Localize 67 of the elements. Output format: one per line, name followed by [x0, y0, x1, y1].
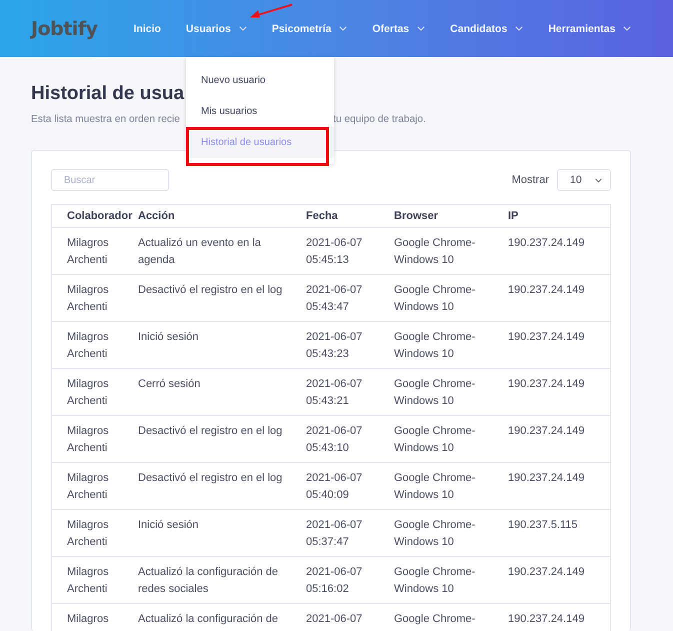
table-cell-text: Inició sesión — [138, 330, 200, 345]
table-cell-text: Actualizó la configuración de — [138, 612, 280, 627]
search-field[interactable]: Buscar — [51, 169, 169, 191]
column-header: IP — [508, 204, 610, 228]
table-cell-text: Milagros Archenti — [67, 283, 110, 315]
table-cell-text: Actualizó un evento en la agenda — [138, 236, 262, 268]
table-cell-text: Google Chrome-Windows 10 — [394, 565, 476, 597]
nav-item[interactable]: Candidatos — [450, 18, 524, 38]
menu-item[interactable]: Mis usuarios — [186, 96, 334, 127]
table-cell-text: 190.237.5.115 — [508, 518, 578, 533]
table-cell-text: 2021-06-07 05:45:13 — [306, 236, 364, 268]
table-cell-text: Google Chrome-Windows 10 — [394, 518, 476, 550]
table-cell-text: 2021-06-07 05:37:47 — [306, 518, 364, 550]
table-cell-text: Milagros Archenti — [67, 471, 110, 503]
table-cell-text: Milagros — [67, 612, 110, 627]
table-cell-text: 190.237.24.149 — [508, 236, 584, 251]
chevron-down-icon — [595, 178, 602, 182]
table-cell-text: Milagros Archenti — [67, 518, 110, 550]
table-cell-text: Google Chrome-Windows 10 — [394, 330, 476, 362]
logo[interactable]: Jobtify — [31, 18, 98, 40]
table-cell-text: 190.237.24.149 — [508, 565, 584, 580]
page-size-select[interactable]: 10 — [557, 169, 611, 191]
table-cell-text: Milagros Archenti — [67, 236, 110, 268]
page-title: Historial de usua — [31, 82, 184, 106]
table-cell-text: 2021-06-07 05:43:10 — [306, 424, 364, 456]
table-cell-text: 2021-06-07 05:40:09 — [306, 471, 364, 503]
table-cell-text: 190.237.24.149 — [508, 377, 584, 392]
table-cell-text: 2021-06-07 05:43:23 — [306, 330, 364, 362]
table-cell-text: 190.237.24.149 — [508, 283, 584, 298]
nav-item[interactable]: Usuarios — [186, 18, 247, 38]
menu-item[interactable]: Nuevo usuario — [186, 65, 334, 96]
nav-item[interactable]: Psicometría — [272, 18, 348, 38]
table-cell-text: Actualizó la configuración de redes sociales — [138, 565, 280, 597]
nav-item[interactable]: Ofertas — [372, 18, 426, 38]
column-header: Fecha — [306, 204, 394, 228]
table-cell-text: Google Chrome-Windows 10 — [394, 283, 476, 315]
table-cell-text: Google Chrome-Windows 10 — [394, 424, 476, 456]
table-cell-text: Desactivó el registro en el log — [138, 424, 284, 439]
table-cell-text: Cerró sesión — [138, 377, 202, 392]
table-cell-text: Milagros Archenti — [67, 565, 110, 597]
table-cell-text: Milagros Archenti — [67, 377, 110, 409]
table-cell-text: Milagros Archenti — [67, 330, 110, 362]
column-header: Browser — [394, 204, 508, 228]
table-cell-text: 2021-06-07 05:16:02 — [306, 565, 364, 597]
table-cell-text: Inició sesión — [138, 518, 200, 533]
table-cell-text: 2021-06-07 05:43:47 — [306, 283, 364, 315]
table-cell-text: Google Chrome-Windows 10 — [394, 236, 476, 268]
show-label: Mostrar — [512, 174, 549, 186]
table-cell-text: 2021-06-07 05:43:21 — [306, 377, 364, 409]
table-cell-text: 190.237.24.149 — [508, 612, 584, 627]
table-cell-text: 2021-06-07 — [306, 612, 364, 627]
table-cell-text: 190.237.24.149 — [508, 330, 584, 345]
nav-item[interactable]: Inicio — [133, 18, 161, 38]
column-header: Colaborador — [52, 204, 138, 228]
table-cell-text: Desactivó el registro en el log — [138, 471, 284, 486]
page-description: tu equipo de trabajo. — [333, 114, 426, 124]
table-cell-text: 190.237.24.149 — [508, 471, 584, 486]
arrow-annotation — [248, 2, 294, 20]
table-cell-text: Milagros Archenti — [67, 424, 110, 456]
table-cell-text: Google Chrome- — [394, 612, 476, 627]
column-header: Acción — [138, 204, 306, 228]
table-cell-text: Google Chrome-Windows 10 — [394, 471, 476, 503]
table-cell-text: Desactivó el registro en el log — [138, 283, 284, 298]
page-description: Esta lista muestra en orden recie — [31, 114, 180, 124]
table-cell-text: Google Chrome-Windows 10 — [394, 377, 476, 409]
nav-item[interactable]: Herramientas — [548, 18, 632, 38]
table-cell-text: 190.237.24.149 — [508, 424, 584, 439]
